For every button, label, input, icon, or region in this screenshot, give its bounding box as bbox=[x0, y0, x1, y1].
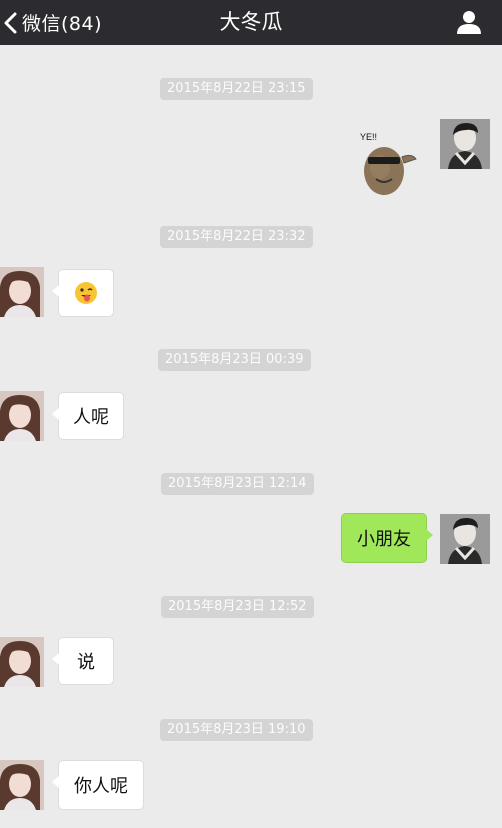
avatar-man-icon bbox=[440, 119, 490, 169]
avatar-girl-icon bbox=[0, 267, 44, 317]
message-bubble[interactable]: 人呢 bbox=[52, 392, 124, 440]
chevron-left-icon bbox=[4, 12, 17, 33]
tongue-wink-emoji-icon bbox=[75, 282, 97, 304]
friend-avatar[interactable] bbox=[0, 267, 44, 317]
timestamp: 2015年8月22日 23:15 bbox=[160, 78, 313, 100]
back-button[interactable]: 微信(84) bbox=[0, 0, 120, 45]
my-avatar[interactable] bbox=[440, 514, 490, 564]
timestamp: 2015年8月23日 19:10 bbox=[160, 719, 313, 741]
timestamp: 2015年8月23日 00:39 bbox=[158, 349, 311, 371]
timestamp: 2015年8月22日 23:32 bbox=[160, 226, 313, 248]
back-label: 微信(84) bbox=[22, 13, 103, 35]
message-bubble[interactable]: 小朋友 bbox=[341, 513, 433, 563]
friend-avatar[interactable] bbox=[0, 391, 44, 441]
message-bubble[interactable]: 说 bbox=[52, 637, 114, 685]
sticker-caption: YE!! bbox=[360, 132, 377, 142]
avatar-girl-icon bbox=[0, 637, 44, 687]
friend-avatar[interactable] bbox=[0, 637, 44, 687]
friend-avatar[interactable] bbox=[0, 760, 44, 810]
person-icon[interactable] bbox=[456, 9, 482, 35]
timestamp: 2015年8月23日 12:14 bbox=[161, 473, 314, 495]
potato-sticker-icon: YE!! bbox=[360, 132, 417, 195]
avatar-man-icon bbox=[440, 514, 490, 564]
nav-bar: 微信(84) 大冬瓜 bbox=[0, 0, 502, 45]
my-avatar[interactable] bbox=[440, 119, 490, 169]
message-bubble[interactable] bbox=[52, 269, 114, 317]
chat-area[interactable]: 2015年8月22日 23:15 YE!! 2015年8月22日 23:32 2… bbox=[0, 45, 502, 828]
avatar-girl-icon bbox=[0, 760, 44, 810]
message-bubble[interactable]: 你人呢 bbox=[52, 760, 144, 810]
potato-sticker[interactable]: YE!! bbox=[358, 127, 420, 197]
timestamp: 2015年8月23日 12:52 bbox=[161, 596, 314, 618]
avatar-girl-icon bbox=[0, 391, 44, 441]
